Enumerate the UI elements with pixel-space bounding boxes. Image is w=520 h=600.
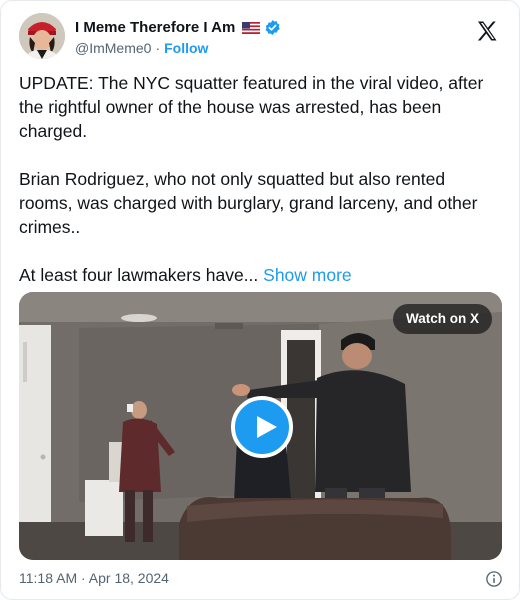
tweet-paragraph-3: At least four lawmakers have... Show mor…: [19, 263, 503, 287]
tweet-header: I Meme Therefore I Am @ImMeme0 · Follow: [19, 13, 503, 61]
tweet-paragraph-2: Brian Rodriguez, who not only squatted b…: [19, 169, 478, 237]
avatar[interactable]: [19, 13, 65, 59]
tweet-text: UPDATE: The NYC squatter featured in the…: [19, 71, 503, 287]
tweet-card: I Meme Therefore I Am @ImMeme0 · Follow: [0, 0, 520, 600]
tweet-timestamp[interactable]: 11:18 AM · Apr 18, 2024: [19, 570, 169, 586]
x-logo-icon[interactable]: [475, 19, 499, 43]
play-icon: [257, 416, 277, 438]
watch-on-x-button[interactable]: Watch on X: [393, 304, 492, 334]
name-row: I Meme Therefore I Am: [75, 19, 281, 36]
verified-badge-icon: [265, 20, 281, 35]
portrait-avatar-icon: [19, 13, 65, 59]
display-name[interactable]: I Meme Therefore I Am: [75, 19, 235, 36]
show-more-link[interactable]: Show more: [263, 265, 352, 285]
video-player[interactable]: Watch on X: [19, 292, 502, 560]
author-handle[interactable]: @ImMeme0: [75, 40, 151, 56]
follow-button[interactable]: Follow: [164, 40, 208, 56]
us-flag-icon: [242, 21, 261, 34]
info-icon[interactable]: [485, 570, 503, 588]
handle-row: @ImMeme0 · Follow: [75, 40, 208, 56]
separator-dot: ·: [155, 40, 161, 56]
truncated-text: At least four lawmakers have...: [19, 265, 259, 285]
play-button[interactable]: [231, 396, 293, 458]
tweet-paragraph-1: UPDATE: The NYC squatter featured in the…: [19, 73, 484, 141]
